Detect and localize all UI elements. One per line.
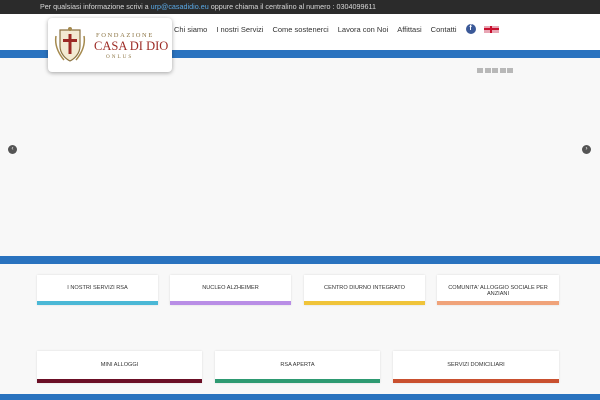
info-text-suffix: oppure chiama il centralino al numero : … [208, 2, 376, 11]
service-card-stripe [393, 379, 559, 383]
footer-blue-band [0, 394, 600, 400]
nav-contatti[interactable]: Contatti [431, 25, 457, 34]
hero-slider[interactable] [0, 58, 600, 255]
main-nav: Chi siamo I nostri Servizi Come sostener… [174, 24, 507, 34]
service-card-label: CENTRO DIURNO INTEGRATO [324, 285, 405, 291]
info-text-prefix: Per qualsiasi informazione scrivi a [40, 2, 151, 11]
service-card-mini-alloggi[interactable]: MINI ALLOGGI [37, 351, 202, 383]
nav-sostenerci[interactable]: Come sostenerci [272, 25, 328, 34]
slider-next-icon[interactable]: › [582, 145, 591, 154]
service-card-label: COMUNITA' ALLOGGIO SOCIALE PER ANZIANI [448, 285, 548, 297]
slider-dot[interactable] [507, 68, 513, 73]
nav-chi-siamo[interactable]: Chi siamo [174, 25, 207, 34]
service-card-stripe [215, 379, 380, 383]
slider-dot[interactable] [484, 68, 491, 73]
service-card-alzheimer[interactable]: NUCLEO ALZHEIMER [170, 275, 291, 305]
service-card-label: MINI ALLOGGI [100, 362, 139, 368]
service-card-stripe [437, 301, 559, 305]
service-card-centro-diurno[interactable]: CENTRO DIURNO INTEGRATO [304, 275, 425, 305]
slider-pagination [477, 68, 515, 73]
nav-servizi[interactable]: I nostri Servizi [216, 25, 263, 34]
service-card-stripe [304, 301, 425, 305]
slider-dot[interactable] [499, 68, 506, 73]
service-card-label: RSA APERTA [280, 362, 315, 368]
service-card-rsa-aperta[interactable]: RSA APERTA [215, 351, 380, 383]
section-blue-band [0, 256, 600, 264]
slider-dot[interactable] [492, 68, 498, 73]
email-link[interactable]: urp@casadidio.eu [151, 2, 209, 11]
logo-text-fondazione: FONDAZIONE [96, 32, 154, 39]
english-flag-icon[interactable] [483, 25, 499, 33]
service-card-domiciliari[interactable]: SERVIZI DOMICILIARI [393, 351, 559, 383]
slider-prev-icon[interactable]: ‹ [8, 145, 17, 154]
facebook-icon[interactable]: f [465, 24, 476, 34]
service-card-label: SERVIZI DOMICILIARI [447, 362, 505, 368]
service-card-stripe [37, 379, 202, 383]
service-card-stripe [170, 301, 291, 305]
coat-of-arms-icon [54, 27, 86, 62]
service-card-rsa[interactable]: I NOSTRI SERVIZI RSA [37, 275, 158, 305]
service-card-label: NUCLEO ALZHEIMER [202, 285, 259, 291]
service-card-stripe [37, 301, 158, 305]
nav-affittasi[interactable]: Affittasi [397, 25, 421, 34]
info-bar: Per qualsiasi informazione scrivi a urp@… [0, 0, 600, 14]
logo-text-name: CASA DI DIO [94, 39, 169, 53]
slider-dot[interactable] [477, 68, 483, 73]
service-card-comunita[interactable]: COMUNITA' ALLOGGIO SOCIALE PER ANZIANI [437, 275, 559, 305]
service-card-label: I NOSTRI SERVIZI RSA [67, 285, 128, 291]
site-logo[interactable]: FONDAZIONE CASA DI DIO ONLUS [48, 18, 172, 72]
nav-lavora[interactable]: Lavora con Noi [338, 25, 388, 34]
logo-text-onlus: ONLUS [106, 54, 134, 60]
